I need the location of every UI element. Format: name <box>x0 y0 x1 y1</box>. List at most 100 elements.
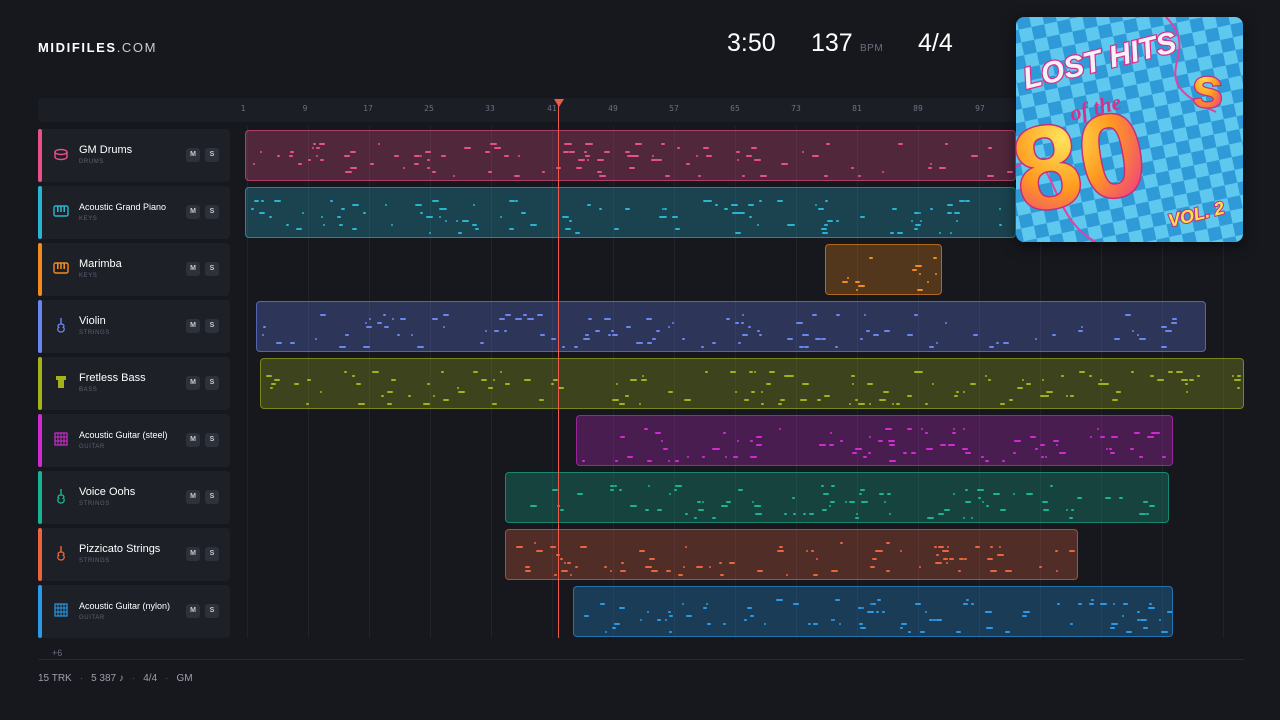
midi-clip[interactable] <box>505 529 1078 580</box>
track-color-stripe <box>38 243 42 296</box>
track-name: Acoustic Grand Piano <box>79 202 167 212</box>
track-name: Acoustic Guitar (steel) <box>79 430 168 440</box>
track-category: GUITAR <box>79 444 105 450</box>
more-tracks-indicator[interactable]: +6 <box>52 648 62 658</box>
solo-button[interactable]: S <box>205 319 219 333</box>
midi-clip[interactable] <box>260 358 1244 409</box>
track-name: Voice Oohs <box>79 486 136 498</box>
track-color-stripe <box>38 300 42 353</box>
ruler-bar-number: 49 <box>608 104 618 113</box>
track-color-stripe <box>38 129 42 182</box>
midi-clip[interactable] <box>245 130 1016 181</box>
ruler-bar-number: 65 <box>730 104 740 113</box>
track-category: STRINGS <box>79 330 110 336</box>
track-header[interactable]: Voice Oohs STRINGS M S <box>38 471 230 524</box>
mute-button[interactable]: M <box>186 433 200 447</box>
brand-suffix: .COM <box>116 40 158 55</box>
cover-decade-suffix: s <box>1192 56 1223 119</box>
mute-button[interactable]: M <box>186 547 200 561</box>
track-color-stripe <box>38 357 42 410</box>
ruler-bar-number: 1 <box>240 104 246 113</box>
brand-name: MIDIFILES <box>38 40 117 55</box>
guitar-grid-icon <box>53 431 69 447</box>
ruler-bar-number: 9 <box>302 104 308 113</box>
solo-button[interactable]: S <box>205 604 219 618</box>
piano-icon <box>53 203 69 219</box>
mute-button[interactable]: M <box>186 604 200 618</box>
track-category: BASS <box>79 387 98 393</box>
time-signature: 4/4 <box>918 29 953 57</box>
track-header[interactable]: Acoustic Guitar (steel) GUITAR M S <box>38 414 230 467</box>
tempo-unit: BPM <box>860 43 884 54</box>
ruler-bar-number: 73 <box>791 104 801 113</box>
song-duration: 3:50 <box>727 29 776 57</box>
solo-button[interactable]: S <box>205 148 219 162</box>
track-count: 15 TRK <box>38 673 72 684</box>
track-header[interactable]: Fretless Bass BASS M S <box>38 357 230 410</box>
playhead[interactable] <box>558 104 559 638</box>
track-name: Fretless Bass <box>79 372 146 384</box>
solo-button[interactable]: S <box>205 262 219 276</box>
track-color-stripe <box>38 186 42 239</box>
playhead-handle[interactable] <box>554 99 564 107</box>
solo-button[interactable]: S <box>205 376 219 390</box>
track-color-stripe <box>38 585 42 638</box>
midi-clip[interactable] <box>573 586 1173 637</box>
track-name: Marimba <box>79 258 122 270</box>
brand-logo[interactable]: MIDIFILES.COM <box>38 40 157 55</box>
track-color-stripe <box>38 414 42 467</box>
midi-clip[interactable] <box>825 244 942 295</box>
midi-clip[interactable] <box>245 187 1016 238</box>
solo-button[interactable]: S <box>205 547 219 561</box>
piano-icon <box>53 260 69 276</box>
violin-icon <box>53 488 69 504</box>
track-header[interactable]: GM Drums DRUMS M S <box>38 129 230 182</box>
solo-button[interactable]: S <box>205 205 219 219</box>
file-stats: 15 TRK · 5 387 ♪ · 4/4 · GM <box>38 673 193 684</box>
ruler-bar-number: 97 <box>975 104 985 113</box>
violin-icon <box>53 545 69 561</box>
footer-divider <box>38 659 1244 660</box>
track-header[interactable]: Acoustic Guitar (nylon) GUITAR M S <box>38 585 230 638</box>
midi-clip[interactable] <box>256 301 1206 352</box>
mute-button[interactable]: M <box>186 205 200 219</box>
footer-time-signature: 4/4 <box>143 673 158 684</box>
track-color-stripe <box>38 528 42 581</box>
solo-button[interactable]: S <box>205 490 219 504</box>
drum-icon <box>53 146 69 162</box>
track-category: GUITAR <box>79 615 105 621</box>
mute-button[interactable]: M <box>186 376 200 390</box>
track-name: Violin <box>79 315 106 327</box>
violin-icon <box>53 317 69 333</box>
solo-button[interactable]: S <box>205 433 219 447</box>
note-count: 5 387 ♪ <box>91 673 124 684</box>
track-name: GM Drums <box>79 144 133 156</box>
track-header[interactable]: Pizzicato Strings STRINGS M S <box>38 528 230 581</box>
ruler-bar-number: 57 <box>669 104 679 113</box>
ruler-bar-number: 17 <box>363 104 373 113</box>
mute-button[interactable]: M <box>186 490 200 504</box>
track-category: KEYS <box>79 273 98 279</box>
ruler-bar-number: 33 <box>485 104 495 113</box>
track-header[interactable]: Violin STRINGS M S <box>38 300 230 353</box>
album-cover: LOST HITS of the 80 s VOL. 2 <box>1016 17 1243 242</box>
mute-button[interactable]: M <box>186 148 200 162</box>
tempo-value: 137 <box>811 29 853 57</box>
track-color-stripe <box>38 471 42 524</box>
ruler-bar-number: 89 <box>913 104 923 113</box>
bass-icon <box>53 374 69 390</box>
cover-decade: 80 <box>1016 86 1156 239</box>
track-category: STRINGS <box>79 501 110 507</box>
midi-clip[interactable] <box>576 415 1173 466</box>
midi-clip[interactable] <box>505 472 1169 523</box>
track-name: Pizzicato Strings <box>79 543 161 555</box>
track-header[interactable]: Acoustic Grand Piano KEYS M S <box>38 186 230 239</box>
track-category: DRUMS <box>79 159 104 165</box>
ruler-bar-number: 81 <box>852 104 862 113</box>
ruler-bar-number: 25 <box>424 104 434 113</box>
guitar-grid-icon <box>53 602 69 618</box>
track-header[interactable]: Marimba KEYS M S <box>38 243 230 296</box>
mute-button[interactable]: M <box>186 262 200 276</box>
mute-button[interactable]: M <box>186 319 200 333</box>
track-name: Acoustic Guitar (nylon) <box>79 601 171 611</box>
